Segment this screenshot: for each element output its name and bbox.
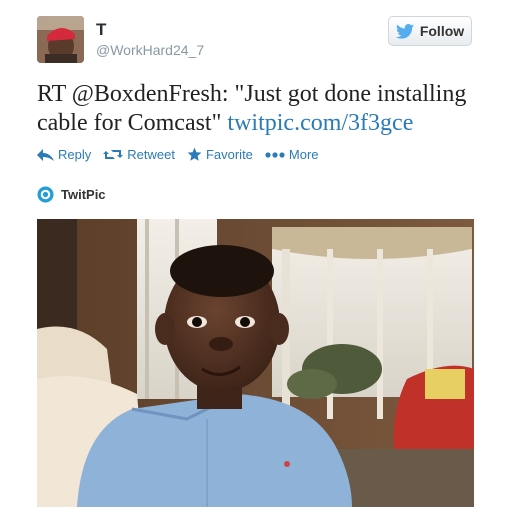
user-handle[interactable]: @WorkHard24_7 <box>96 42 204 58</box>
tweet-link[interactable]: twitpic.com/3f3gce <box>227 110 413 136</box>
reply-button[interactable]: Reply <box>37 147 91 162</box>
child-photo <box>37 219 474 507</box>
avatar-image <box>37 16 84 63</box>
more-icon <box>265 151 285 158</box>
follow-label: Follow <box>419 23 465 39</box>
retweet-label: Retweet <box>127 147 175 162</box>
retweet-button[interactable]: Retweet <box>103 147 175 162</box>
tweet-text: RT @BoxdenFresh: "Just got done installi… <box>37 80 497 138</box>
reply-label: Reply <box>58 147 92 162</box>
favorite-label: Favorite <box>205 147 253 162</box>
twitpic-icon <box>37 186 54 203</box>
bird-icon <box>395 23 414 39</box>
tweet-photo[interactable] <box>37 219 474 507</box>
media-source[interactable]: TwitPic <box>37 186 106 203</box>
tweet-actions: Reply Retweet Favorite More <box>37 147 319 162</box>
avatar[interactable] <box>37 16 84 63</box>
media-source-label: TwitPic <box>61 187 106 202</box>
follow-button[interactable]: Follow <box>388 16 472 46</box>
more-button[interactable]: More <box>265 147 319 162</box>
reply-icon <box>37 148 54 161</box>
display-name[interactable]: T <box>96 20 106 40</box>
retweet-icon <box>103 150 124 159</box>
favorite-button[interactable]: Favorite <box>187 147 253 162</box>
star-icon <box>187 147 202 161</box>
more-label: More <box>288 147 319 162</box>
